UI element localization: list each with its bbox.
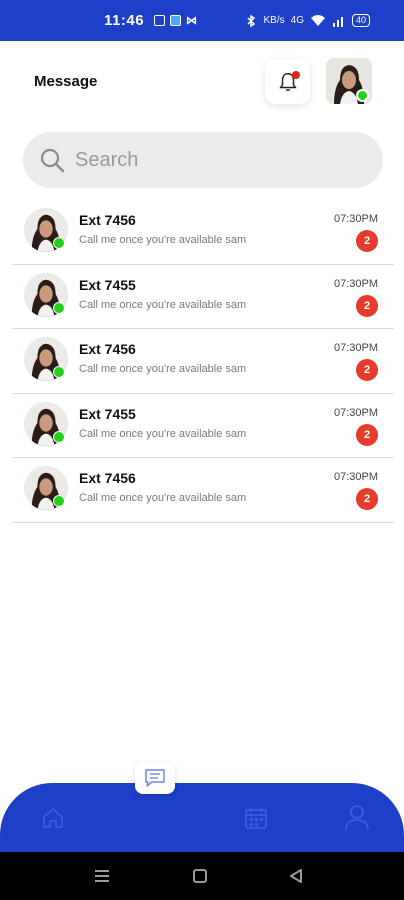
home-icon [43, 808, 63, 828]
bottom-nav [0, 783, 404, 853]
nav-messages-active[interactable] [135, 762, 175, 794]
message-item[interactable]: Ext 7455 Call me once you're available s… [12, 394, 394, 458]
message-item[interactable]: Ext 7456 Call me once you're available s… [12, 329, 394, 394]
unread-badge: 2 [356, 359, 378, 381]
chat-icon [145, 769, 165, 787]
search-bar[interactable] [23, 132, 383, 188]
app-header: Message [0, 56, 404, 108]
status-bar: 11:46 ⋈ KB/s 4G 40 [0, 0, 404, 41]
contact-name: Ext 7455 [79, 405, 136, 422]
message-preview: Call me once you're available sam [79, 492, 247, 504]
battery-icon: 40 [351, 14, 370, 27]
online-status-dot [53, 366, 65, 378]
message-time: 07:30PM [333, 342, 378, 354]
unread-badge: 2 [356, 294, 378, 317]
contact-name: Ext 7456 [79, 212, 136, 228]
wifi-icon [310, 15, 325, 26]
network-speed: KB/s [263, 15, 285, 26]
message-preview: Call me once you're available sam [79, 298, 247, 311]
search-icon [40, 148, 65, 173]
message-preview: Call me once you're available sam [79, 363, 247, 375]
m-notification-icon: ⋈ [186, 15, 198, 27]
search-input[interactable] [75, 148, 355, 172]
system-nav-bar [0, 852, 404, 900]
home-button[interactable] [193, 869, 207, 883]
nav-profile[interactable] [344, 803, 370, 836]
user-icon [345, 805, 369, 831]
app-notification-icon [170, 15, 182, 26]
signal-icon [332, 16, 343, 27]
network-type: 4G [290, 15, 304, 26]
online-status-dot [356, 89, 369, 102]
online-status-dot [53, 301, 65, 314]
message-item[interactable]: Ext 7455 Call me once you're available s… [12, 265, 394, 329]
contact-name: Ext 7456 [79, 341, 136, 357]
contact-name: Ext 7455 [79, 276, 136, 293]
message-time: 07:30PM [333, 213, 378, 225]
message-item[interactable]: Ext 7456 Call me once you're available s… [12, 200, 394, 265]
unread-badge: 2 [356, 230, 378, 252]
bluetooth-icon [246, 14, 255, 27]
calendar-icon [245, 808, 267, 829]
app-notification-icon [154, 15, 166, 26]
contact-name: Ext 7456 [79, 470, 136, 486]
notification-icons: ⋈ [154, 14, 197, 27]
nav-home[interactable] [40, 805, 66, 836]
message-item[interactable]: Ext 7456 Call me once you're available s… [12, 458, 394, 523]
online-status-dot [53, 237, 65, 249]
message-preview: Call me once you're available sam [79, 427, 247, 440]
notifications-button[interactable] [265, 59, 310, 104]
status-time: 11:46 [104, 12, 145, 29]
online-status-dot [53, 430, 65, 443]
message-list: Ext 7456 Call me once you're available s… [12, 200, 394, 523]
notification-dot [292, 71, 300, 79]
menu-icon [95, 870, 109, 882]
message-time: 07:30PM [333, 471, 378, 483]
unread-badge: 2 [356, 423, 378, 446]
back-icon [290, 869, 302, 883]
page-title: Message [34, 73, 98, 90]
message-time: 07:30PM [333, 277, 378, 290]
recents-button[interactable] [94, 869, 110, 888]
status-indicators: KB/s 4G 40 [244, 14, 370, 28]
message-time: 07:30PM [333, 406, 378, 419]
message-preview: Call me once you're available sam [79, 234, 247, 246]
online-status-dot [53, 495, 65, 507]
unread-badge: 2 [356, 488, 378, 510]
nav-calendar[interactable] [243, 805, 269, 836]
back-button[interactable] [288, 868, 304, 889]
